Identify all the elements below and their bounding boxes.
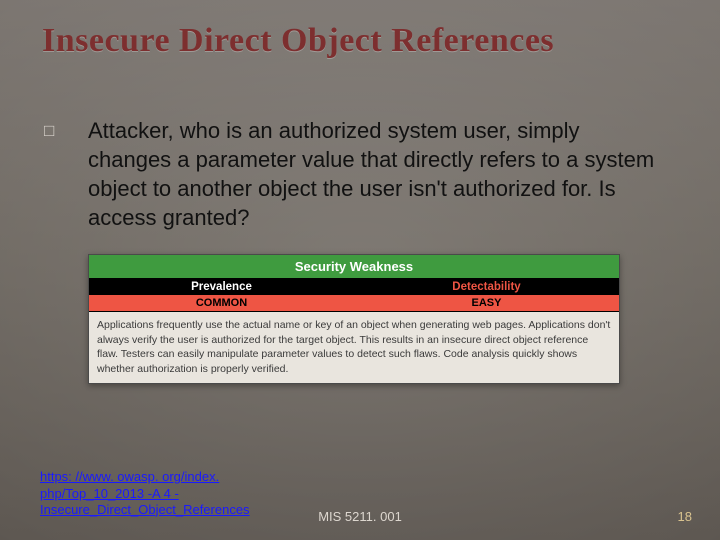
table-values: COMMON EASY [89,295,619,312]
table-heading: Security Weakness [89,255,619,279]
slide-title: Insecure Direct Object References [42,22,554,60]
page-number: 18 [678,509,692,524]
col-detectability: Detectability [354,279,619,295]
table-description: Applications frequently use the actual n… [89,312,619,383]
citation-link[interactable]: https: //www. owasp. org/index. php/Top_… [40,469,262,518]
col-prevalence: Prevalence [89,279,354,295]
bullet-glyph: □ [44,122,54,139]
security-weakness-table: Security Weakness Prevalence Detectabili… [88,254,620,384]
body-text: Attacker, who is an authorized system us… [88,116,658,232]
table-subheader: Prevalence Detectability [89,279,619,295]
val-detectability: EASY [354,295,619,311]
val-prevalence: COMMON [89,295,354,311]
course-code: MIS 5211. 001 [318,509,402,524]
